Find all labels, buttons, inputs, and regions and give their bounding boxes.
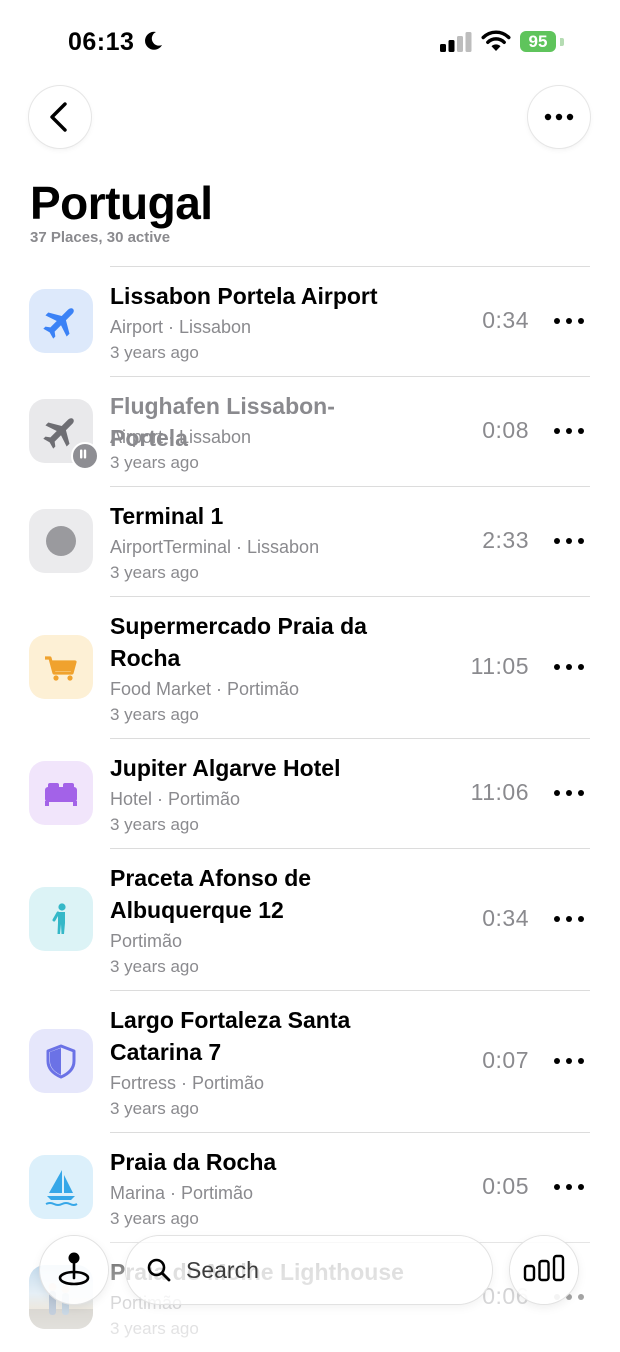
cart-icon-tile <box>29 635 93 699</box>
battery-tip <box>560 38 564 46</box>
place-last-visit: 3 years ago <box>110 705 199 724</box>
place-name: Largo Fortaleza Santa Catarina 7 <box>110 1007 351 1065</box>
search-icon <box>147 1258 171 1282</box>
place-category: Portimão <box>110 931 183 951</box>
row-ellipsis-icon[interactable] <box>552 1177 586 1197</box>
place-category: Airport · Lissabon <box>110 427 252 447</box>
moon-icon <box>145 31 162 50</box>
back-button[interactable] <box>29 86 91 148</box>
place-category: Fortress · Portimão <box>110 1073 265 1093</box>
place-name: Lissabon Portela Airport <box>110 283 378 309</box>
place-row[interactable]: Lissabon Portela Airport Airport · Lissab… <box>0 266 620 376</box>
place-row[interactable]: Largo Fortaleza Santa Catarina 7 Fortress… <box>0 990 620 1132</box>
place-duration: 0:08 <box>482 417 529 443</box>
airplane-icon-tile <box>29 289 93 353</box>
place-name: Praceta Afonso de Albuquerque 12 <box>110 865 312 923</box>
ellipsis-icon <box>544 113 574 121</box>
cellular-signal-icon <box>440 32 472 52</box>
place-duration: 0:07 <box>482 1047 529 1073</box>
status-bar: 06:13 95 <box>0 0 620 80</box>
row-ellipsis-icon[interactable] <box>552 311 586 331</box>
place-row[interactable]: Supermercado Praia da Rocha Food Market ·… <box>0 596 620 738</box>
bar-chart-icon <box>523 1254 565 1282</box>
place-last-visit: 3 years ago <box>110 453 199 472</box>
place-category: Marina · Portimão <box>110 1183 254 1203</box>
more-options-button[interactable] <box>528 86 590 148</box>
place-category: Food Market · Portimão <box>110 679 300 699</box>
wifi-icon <box>481 30 511 51</box>
row-ellipsis-icon[interactable] <box>552 421 586 441</box>
person-icon <box>52 903 66 934</box>
circle-icon <box>46 526 76 556</box>
row-ellipsis-icon[interactable] <box>552 783 586 803</box>
row-ellipsis-icon[interactable] <box>552 909 586 929</box>
chevron-left-icon <box>50 102 67 132</box>
place-duration: 0:34 <box>482 905 529 931</box>
airplane-icon <box>43 308 74 339</box>
bed-icon <box>45 783 77 806</box>
place-duration: 2:33 <box>482 527 529 553</box>
stats-button[interactable] <box>510 1236 578 1304</box>
place-row[interactable]: Terminal 1 AirportTerminal · Lissabon 3 ye… <box>0 486 620 596</box>
row-ellipsis-icon[interactable] <box>552 657 586 677</box>
search-placeholder: Search <box>186 1257 259 1283</box>
place-name: Supermercado Praia da Rocha <box>110 613 367 671</box>
battery-level: 95 <box>520 31 556 52</box>
place-row[interactable]: Praceta Afonso de Albuquerque 12 Portimão… <box>0 848 620 990</box>
place-last-visit: 3 years ago <box>110 1099 199 1118</box>
pause-icon <box>71 442 99 470</box>
places-list: Lissabon Portela Airport Airport · Lissab… <box>0 266 620 1352</box>
place-duration: 0:05 <box>482 1173 529 1199</box>
place-last-visit: 3 years ago <box>110 563 199 582</box>
search-bar[interactable]: Search <box>126 1236 492 1304</box>
circle-icon-tile <box>29 509 93 573</box>
place-row[interactable]: Jupiter Algarve Hotel Hotel · Portimão 3 y… <box>0 738 620 848</box>
place-last-visit: 3 years ago <box>110 957 199 976</box>
bed-icon-tile <box>29 761 93 825</box>
place-last-visit: 3 years ago <box>110 343 199 362</box>
place-name: Praia da Rocha <box>110 1149 277 1175</box>
row-ellipsis-icon[interactable] <box>552 1051 586 1071</box>
place-row[interactable]: Flughafen Lissabon-Portela Airport · Liss… <box>0 376 620 486</box>
map-pin-icon <box>58 1252 90 1286</box>
status-time: 06:13 <box>68 28 135 56</box>
place-duration: 11:05 <box>470 653 529 679</box>
row-ellipsis-icon[interactable] <box>552 531 586 551</box>
cart-icon <box>45 656 77 681</box>
map-pin-button[interactable] <box>40 1236 108 1304</box>
place-category: Hotel · Portimão <box>110 789 241 809</box>
place-duration: 0:34 <box>482 307 529 333</box>
sailboat-icon-tile <box>29 1155 93 1219</box>
sailboat-icon <box>45 1170 78 1206</box>
shield-icon-tile <box>29 1029 93 1093</box>
place-category: Airport · Lissabon <box>110 317 252 337</box>
place-name: Jupiter Algarve Hotel <box>110 755 341 781</box>
place-category: AirportTerminal · Lissabon <box>110 537 320 557</box>
place-duration: 11:06 <box>470 779 529 805</box>
person-icon-tile <box>29 887 93 951</box>
place-last-visit: 3 years ago <box>110 815 199 834</box>
page-title: Portugal <box>30 177 213 229</box>
places-summary: 37 Places, 30 active <box>30 229 171 246</box>
place-name: Terminal 1 <box>110 503 224 529</box>
shield-icon <box>46 1044 76 1079</box>
